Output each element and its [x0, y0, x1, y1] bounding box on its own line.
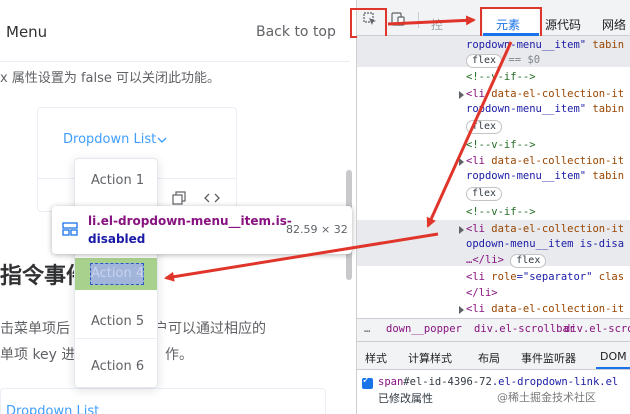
arrow-to-highlighted-item — [164, 232, 439, 282]
arrow-to-dom-node — [426, 41, 513, 228]
arrow-to-elements-tab — [387, 15, 476, 26]
annotation-arrows — [164, 15, 513, 282]
